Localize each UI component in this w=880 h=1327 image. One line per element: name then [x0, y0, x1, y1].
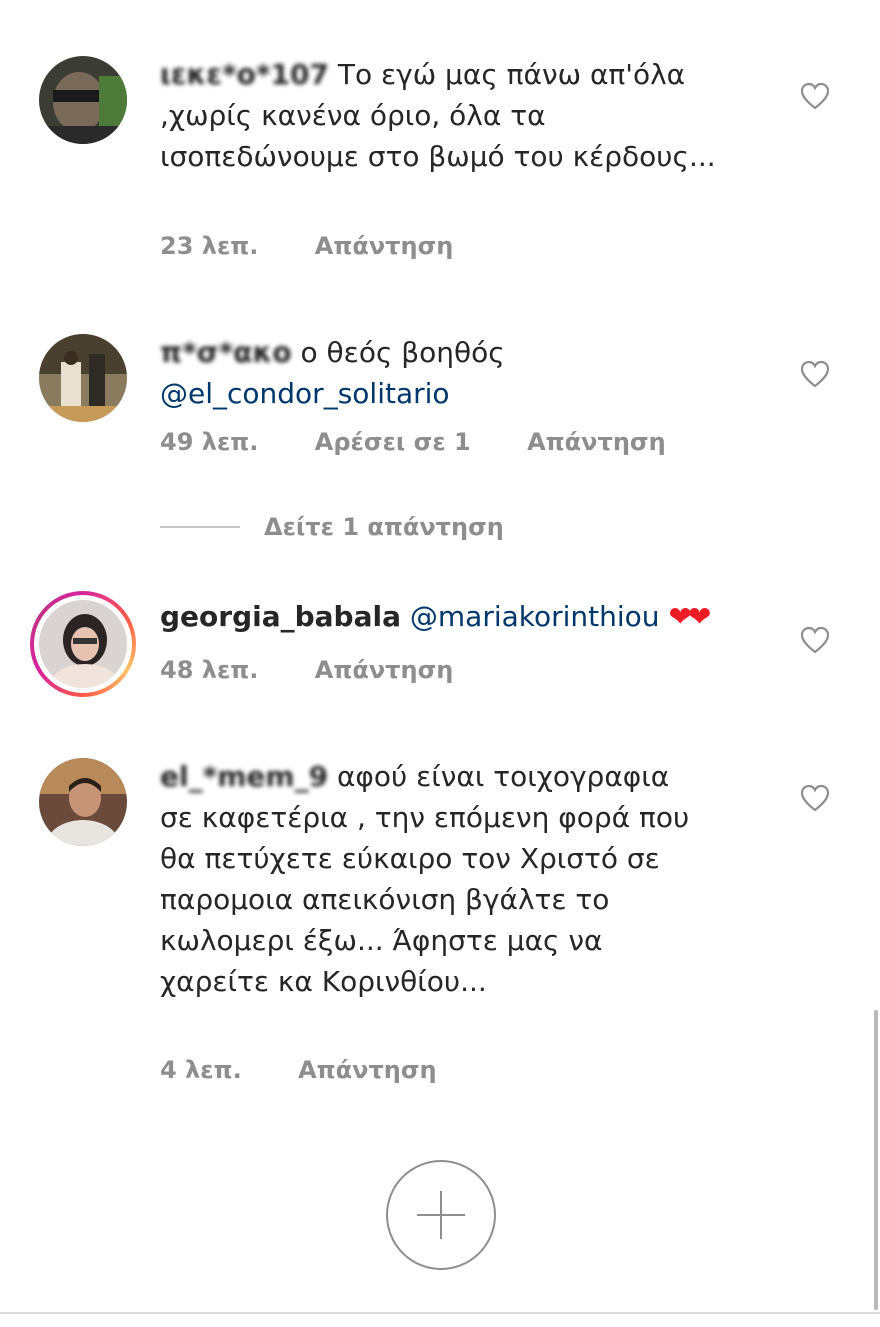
heart-outline-icon[interactable] [800, 82, 830, 110]
comment-meta: 4 λεπ. Απάντηση [160, 1056, 485, 1084]
heart-outline-icon[interactable] [800, 784, 830, 812]
comment-username[interactable]: el_*mem_9 [160, 756, 328, 797]
divider-line [160, 526, 240, 528]
comments-screen: ιεκε*ο*107 Το εγώ μας πάνω απ'όλα ,χωρίς… [0, 0, 880, 1327]
reply-button[interactable]: Απάντηση [315, 232, 454, 260]
comment-text: georgia_babala @mariakorinthiou ❤❤ [160, 596, 780, 637]
heart-outline-icon[interactable] [800, 626, 830, 654]
comment-meta: 49 λεπ. Αρέσει σε 1 Απάντηση [160, 428, 714, 456]
avatar[interactable] [39, 334, 127, 422]
reply-button[interactable]: Απάντηση [298, 1056, 437, 1084]
view-replies-label[interactable]: Δείτε 1 απάντηση [264, 513, 504, 541]
scrollbar[interactable] [874, 1010, 878, 1310]
view-replies[interactable]: Δείτε 1 απάντηση [160, 512, 504, 542]
comment-username[interactable]: ιεκε*ο*107 [160, 54, 329, 95]
likes-count[interactable]: Αρέσει σε 1 [315, 428, 471, 456]
bottom-divider [0, 1312, 880, 1314]
comment-time: 48 λεπ. [160, 656, 259, 684]
plus-circle-icon[interactable] [386, 1160, 496, 1270]
comment-meta: 23 λεπ. Απάντηση [160, 232, 501, 260]
comment-text: π*σ*ακο ο θεός βοηθός @el_condor_solitar… [160, 332, 720, 414]
avatar[interactable] [39, 600, 127, 688]
comment-text: el_*mem_9 αφού είναι τοιχογραφια σε καφε… [160, 756, 700, 1002]
comment-time: 49 λεπ. [160, 428, 259, 456]
comment-meta: 48 λεπ. Απάντηση [160, 656, 501, 684]
mention-link[interactable]: @mariakorinthiou [410, 600, 660, 633]
avatar[interactable] [39, 758, 127, 846]
comment-username[interactable]: georgia_babala [160, 600, 401, 633]
story-ring[interactable] [30, 591, 136, 697]
heart-outline-icon[interactable] [800, 360, 830, 388]
comment-text: ιεκε*ο*107 Το εγώ μας πάνω απ'όλα ,χωρίς… [160, 54, 720, 177]
comment-body: ο θεός βοηθός [300, 336, 505, 369]
heart-emoji: ❤❤ [668, 600, 711, 633]
comment-username[interactable]: π*σ*ακο [160, 332, 292, 373]
avatar[interactable] [39, 56, 127, 144]
mention-link[interactable]: @el_condor_solitario [160, 377, 450, 410]
reply-button[interactable]: Απάντηση [527, 428, 666, 456]
comment-time: 4 λεπ. [160, 1056, 242, 1084]
reply-button[interactable]: Απάντηση [315, 656, 454, 684]
comment-time: 23 λεπ. [160, 232, 259, 260]
